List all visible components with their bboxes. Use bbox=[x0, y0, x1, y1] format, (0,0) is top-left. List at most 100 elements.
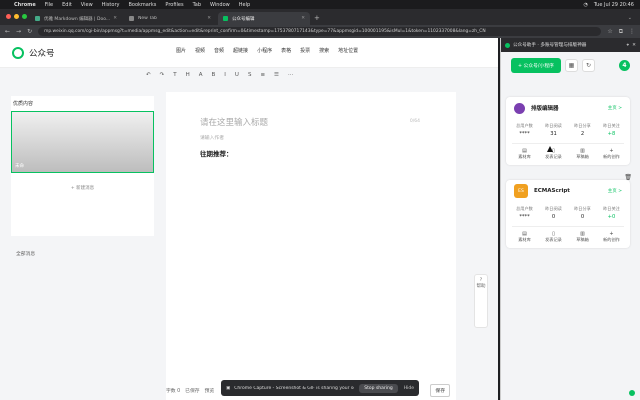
action-label: 草稿箱 bbox=[576, 154, 589, 159]
menu-profiles[interactable]: Profiles bbox=[165, 2, 183, 8]
window-controls bbox=[6, 14, 30, 19]
favicon-icon bbox=[35, 16, 40, 21]
extensions-icon[interactable]: ⧉ bbox=[619, 28, 623, 36]
insert-location-button[interactable]: 地址位置 bbox=[338, 47, 358, 54]
action-label: 草稿箱 bbox=[576, 237, 589, 242]
account-stats: 总用户数 **** 昨日阅读 31 昨日分享 2 昨日关注 +8 bbox=[506, 123, 630, 137]
menu-view[interactable]: View bbox=[81, 2, 93, 8]
forward-icon[interactable]: → bbox=[16, 28, 21, 35]
materials-button[interactable]: ▤ 素材库 bbox=[510, 148, 539, 160]
account-home-link[interactable]: 主页 > bbox=[608, 105, 622, 111]
stat-label: 总用户数 bbox=[516, 206, 533, 211]
account-avatar[interactable] bbox=[514, 102, 525, 114]
minimize-window-icon[interactable] bbox=[14, 14, 19, 19]
tab-search-icon[interactable]: ⌄ bbox=[628, 15, 632, 21]
pin-icon[interactable]: ⌖ bbox=[627, 42, 630, 48]
back-icon[interactable]: ← bbox=[5, 28, 10, 35]
tab-markdown-editor[interactable]: 优雅 Markdown 编辑器 | Doo... ✕ bbox=[30, 12, 122, 25]
insert-link-button[interactable]: 超链接 bbox=[233, 47, 248, 54]
tab-wechat-editor[interactable]: 公众号编辑 ✕ bbox=[218, 12, 310, 25]
wifi-icon[interactable]: ◔ bbox=[584, 2, 588, 8]
menu-dots-icon[interactable]: ⋮ bbox=[629, 28, 635, 35]
insert-search-button[interactable]: 搜索 bbox=[319, 47, 329, 54]
bookmark-star-icon[interactable]: ☆ bbox=[607, 28, 612, 35]
insert-audio-button[interactable]: 音频 bbox=[214, 47, 224, 54]
font-color-icon[interactable]: A bbox=[199, 72, 203, 78]
datetime[interactable]: Tue Jul 29 20:46 bbox=[594, 2, 634, 8]
new-tab-icon[interactable]: + bbox=[314, 14, 320, 22]
italic-icon[interactable]: I bbox=[224, 72, 226, 78]
insert-miniprogram-button[interactable]: 小程序 bbox=[257, 47, 272, 54]
menu-history[interactable]: History bbox=[102, 2, 120, 8]
add-account-button[interactable]: + 公众号/小程序 bbox=[511, 57, 561, 73]
redo-icon[interactable]: ↷ bbox=[160, 72, 165, 78]
close-window-icon[interactable] bbox=[6, 14, 11, 19]
grid-view-icon[interactable]: ▦ bbox=[564, 58, 578, 72]
zoom-window-icon[interactable] bbox=[22, 14, 27, 19]
menu-file[interactable]: File bbox=[45, 2, 53, 8]
article-list-panel: 优质内容 未命 + 新建消息 bbox=[11, 96, 154, 236]
assistant-bubble-icon[interactable] bbox=[629, 390, 635, 396]
stat-shares: 昨日分享 2 bbox=[568, 123, 597, 137]
published-button[interactable]: ▯ 发表记录 bbox=[539, 231, 568, 243]
all-articles-link[interactable]: 全部消息 bbox=[16, 250, 35, 257]
menubar-status: ◔ Tue Jul 29 20:46 bbox=[578, 2, 635, 8]
trash-icon[interactable]: 🗑 bbox=[624, 174, 632, 181]
font-size-icon[interactable]: T bbox=[173, 72, 176, 78]
new-creation-button[interactable]: + 新的创作 bbox=[597, 231, 626, 243]
insert-table-button[interactable]: 表格 bbox=[281, 47, 291, 54]
bold-icon[interactable]: B bbox=[212, 72, 216, 78]
account-stats: 总用户数 **** 昨日阅读 0 昨日分享 0 昨日关注 +0 bbox=[506, 206, 630, 220]
drafts-button[interactable]: ▥ 草稿箱 bbox=[568, 231, 597, 243]
align-icon[interactable]: ≡ bbox=[260, 72, 265, 78]
title-char-count: 0/64 bbox=[409, 119, 420, 124]
add-article-button[interactable]: + 新建消息 bbox=[11, 185, 154, 191]
action-label: 发表记录 bbox=[545, 237, 562, 242]
stop-sharing-button[interactable]: Stop sharing bbox=[359, 383, 398, 393]
title-input[interactable]: 请在这里输入标题 bbox=[200, 116, 268, 128]
refresh-icon[interactable]: ↻ bbox=[581, 58, 595, 72]
undo-icon[interactable]: ↶ bbox=[146, 72, 151, 78]
save-button[interactable]: 保存 bbox=[430, 383, 450, 397]
close-tab-icon[interactable]: ✕ bbox=[301, 16, 305, 21]
materials-button[interactable]: ▤ 素材库 bbox=[510, 231, 539, 243]
menu-window[interactable]: Window bbox=[210, 2, 230, 8]
reload-icon[interactable]: ↻ bbox=[27, 28, 32, 35]
close-panel-icon[interactable]: ✕ bbox=[632, 43, 636, 48]
more-icon[interactable]: ⋯ bbox=[288, 72, 294, 78]
drafts-button[interactable]: ▥ 草稿箱 bbox=[568, 148, 597, 160]
author-input[interactable]: 请输入作者 bbox=[200, 134, 224, 141]
preview-button[interactable]: 预览 bbox=[205, 387, 215, 394]
stat-label: 昨日分享 bbox=[574, 206, 591, 211]
brand-name[interactable]: 公众号 bbox=[29, 47, 55, 59]
strikethrough-icon[interactable]: S bbox=[248, 72, 252, 78]
account-name[interactable]: 排版编辑器 bbox=[531, 104, 559, 112]
insert-image-button[interactable]: 图片 bbox=[176, 47, 186, 54]
editor-body[interactable]: 往期推荐： bbox=[200, 148, 233, 158]
hide-button[interactable]: Hide bbox=[404, 386, 414, 391]
account-count-badge[interactable]: 4 bbox=[619, 59, 630, 71]
menu-chrome[interactable]: Chrome bbox=[14, 2, 36, 8]
account-avatar[interactable]: ES bbox=[514, 184, 528, 198]
close-tab-icon[interactable]: ✕ bbox=[113, 16, 117, 21]
article-cover[interactable]: 未命 bbox=[11, 111, 154, 173]
published-button[interactable]: ▯ 发表记录 bbox=[539, 148, 568, 160]
underline-icon[interactable]: U bbox=[235, 72, 239, 78]
insert-vote-button[interactable]: 投票 bbox=[300, 47, 310, 54]
wechat-logo-icon[interactable] bbox=[12, 46, 24, 59]
tab-new-tab[interactable]: New Tab ✕ bbox=[124, 12, 216, 25]
insert-video-button[interactable]: 视频 bbox=[195, 47, 205, 54]
menu-help[interactable]: Help bbox=[239, 2, 250, 8]
menu-tab[interactable]: Tab bbox=[193, 2, 201, 8]
new-creation-button[interactable]: + 新的创作 bbox=[597, 148, 626, 160]
close-tab-icon[interactable]: ✕ bbox=[207, 16, 211, 21]
list-icon[interactable]: ☰ bbox=[274, 72, 279, 78]
account-home-link[interactable]: 主页 > bbox=[608, 188, 622, 194]
menu-bookmarks[interactable]: Bookmarks bbox=[128, 2, 156, 8]
account-header: ES ECMAScript 主页 > bbox=[506, 180, 630, 202]
help-widget[interactable]: ? 帮助 bbox=[474, 274, 488, 328]
url-input[interactable]: mp.weixin.qq.com/cgi-bin/appmsg?t=media/… bbox=[38, 27, 602, 36]
menu-edit[interactable]: Edit bbox=[62, 2, 72, 8]
heading-icon[interactable]: H bbox=[186, 72, 190, 78]
account-name[interactable]: ECMAScript bbox=[534, 188, 570, 194]
